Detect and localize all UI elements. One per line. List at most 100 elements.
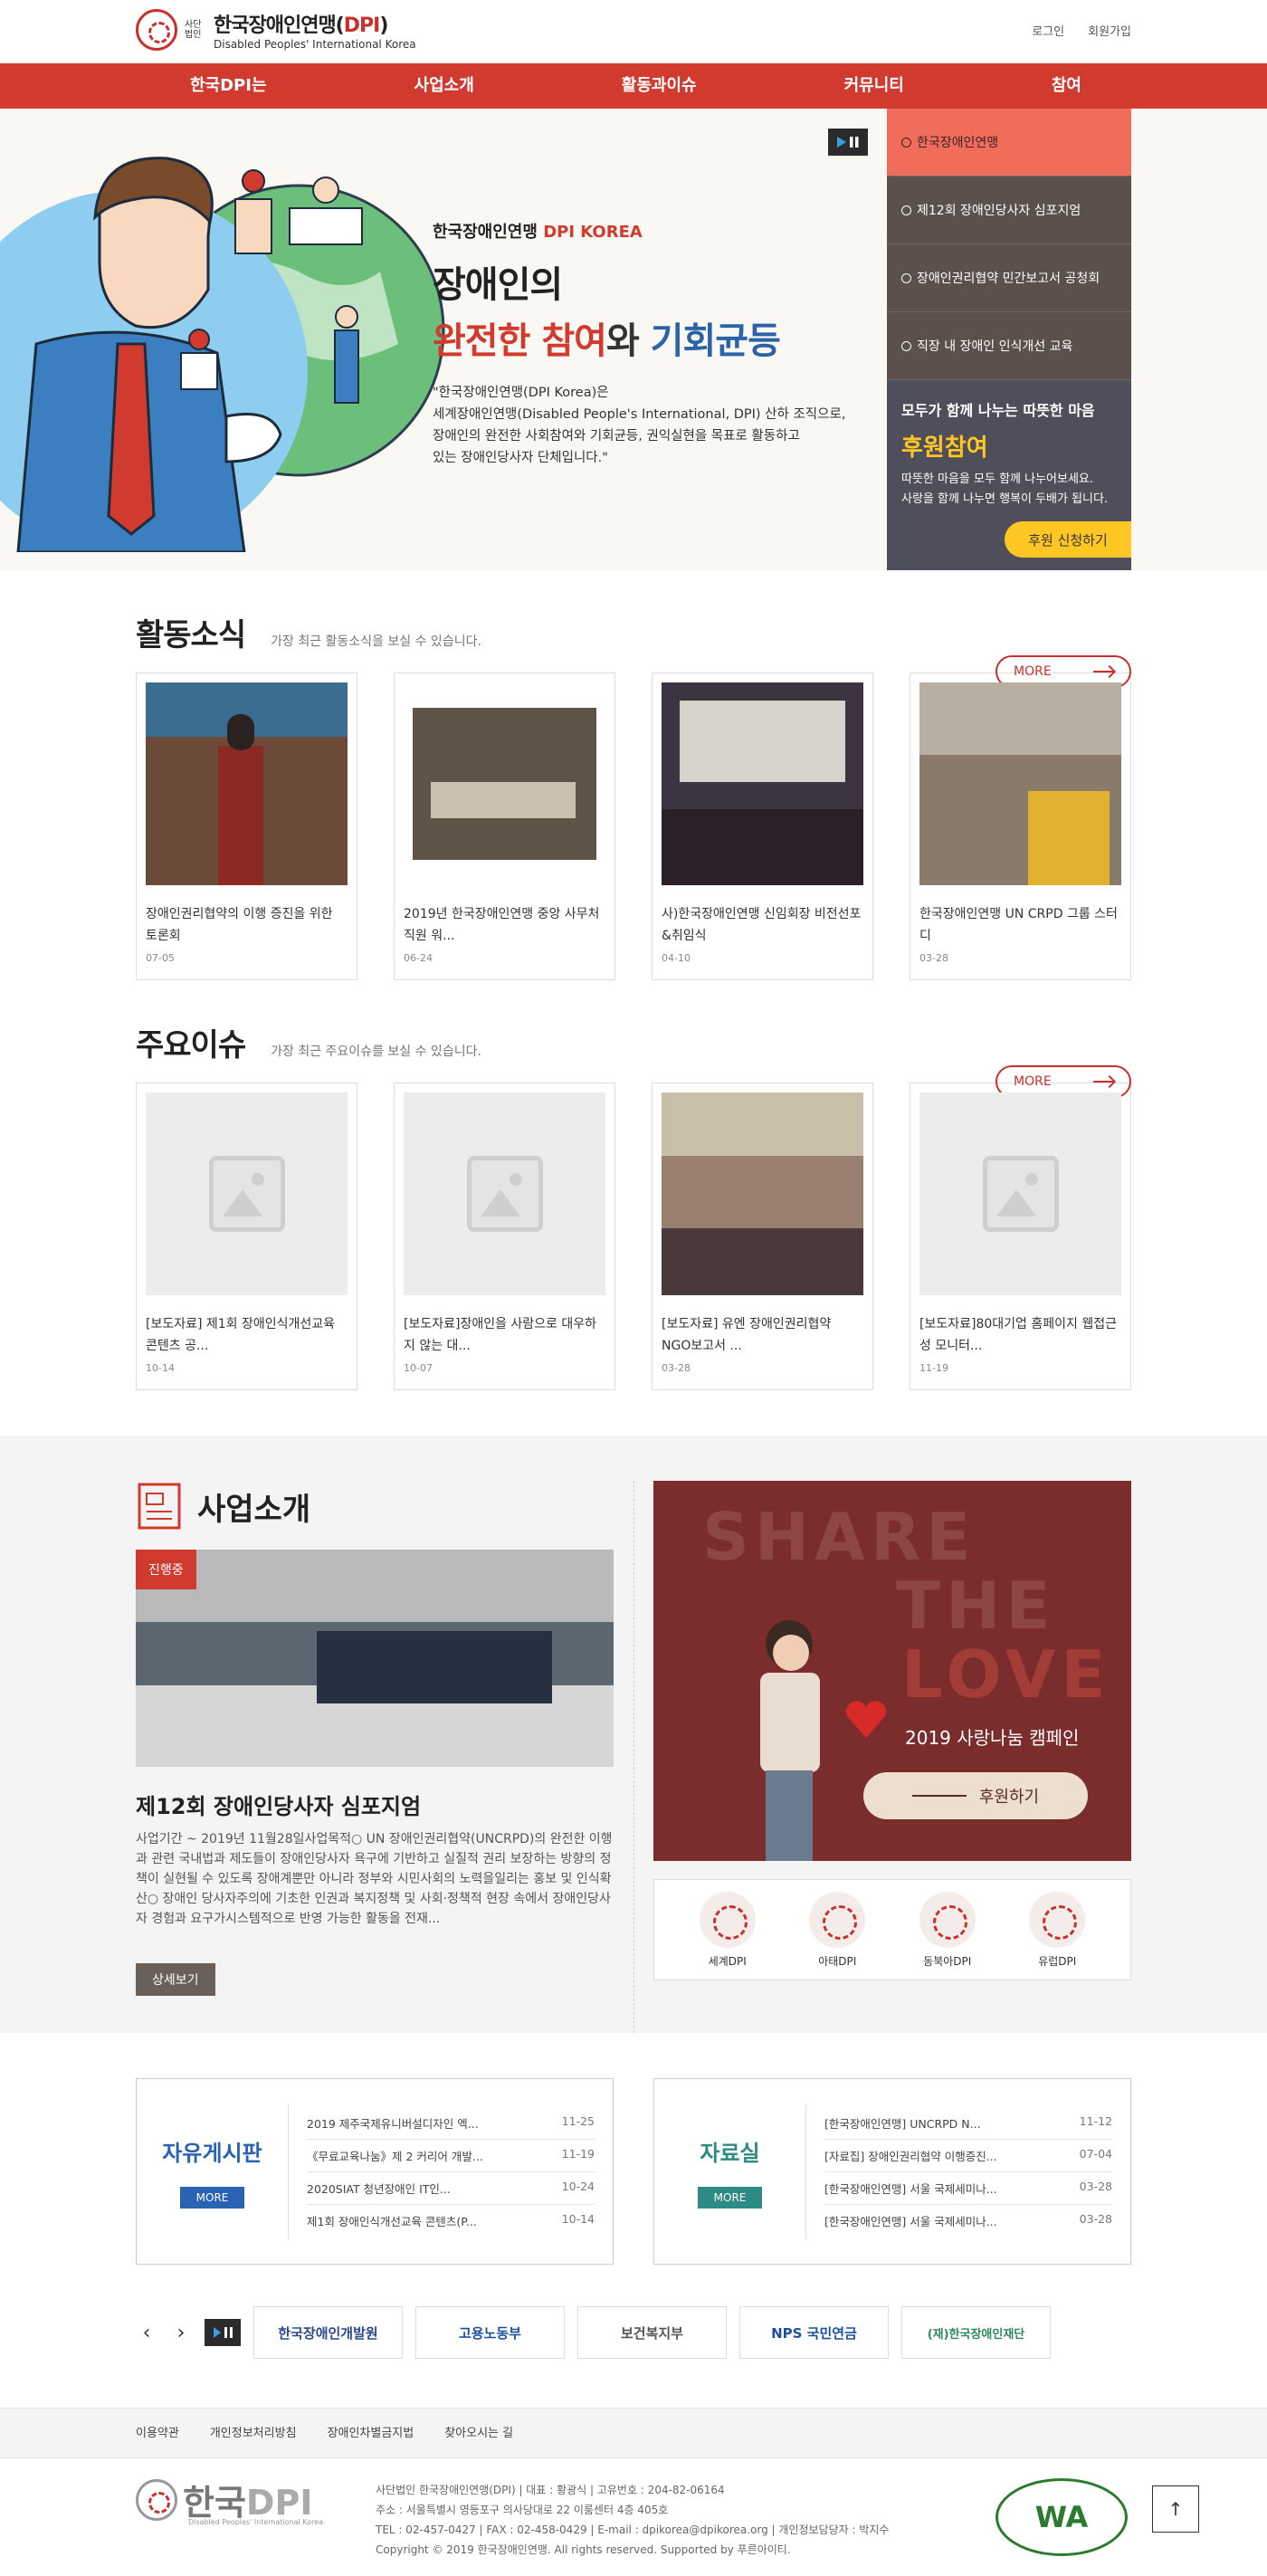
footer-logo-english: Disabled Peoples' International Korea xyxy=(188,2518,324,2526)
news-thumbnail xyxy=(662,682,863,885)
business-item-title[interactable]: 제12회 장애인당사자 심포지엄 xyxy=(136,1789,614,1820)
hero-headline-1: 장애인의 xyxy=(433,264,563,306)
dpi-emblem-icon xyxy=(1029,1891,1086,1948)
boards-section: 자유게시판 MORE 2019 제주국제유니버설디자인 엑... 11-25 《무… xyxy=(136,2078,1131,2359)
partner-logo-moel[interactable]: 고용노동부 xyxy=(415,2306,565,2359)
image-placeholder-icon xyxy=(209,1156,285,1232)
international-dpi-links: 세계DPI 아태DPI 동북아DPI 유럽DPI xyxy=(653,1879,1131,1980)
footer-links: 이용약관 개인정보처리방침 장애인차별금지법 찾아오시는 길 xyxy=(0,2408,1267,2458)
donation-apply-button[interactable]: 후원 신청하기 xyxy=(1005,521,1131,558)
business-photo[interactable]: 진행중 xyxy=(136,1550,614,1767)
partner-logo-koddi[interactable]: 한국장애인개발원 xyxy=(253,2306,403,2359)
hero-side-item[interactable]: 한국장애인연맹 xyxy=(887,109,1131,177)
intl-link-world[interactable]: 세계DPI xyxy=(699,1891,756,1969)
board-more-button[interactable]: MORE xyxy=(697,2186,763,2209)
intl-link-europe[interactable]: 유럽DPI xyxy=(1029,1891,1086,1969)
board-title[interactable]: 자료실 xyxy=(700,2135,759,2167)
scroll-to-top-button[interactable]: ↑ xyxy=(1152,2485,1199,2533)
news-card[interactable]: 사)한국장애인연맹 신임회장 비전선포&취임식 04-10 xyxy=(652,673,873,980)
intl-link-asia-pacific[interactable]: 아태DPI xyxy=(809,1891,866,1969)
logo-corp-label: 사단 법인 xyxy=(185,20,202,40)
arrow-right-icon xyxy=(1093,671,1113,673)
hero-side-item[interactable]: 장애인권리협약 민간보고서 공청회 xyxy=(887,244,1131,312)
circle-icon xyxy=(901,340,911,351)
section-title: 주요이슈 xyxy=(136,1027,246,1064)
list-item[interactable]: 《무료교육나눔》제 2 커리어 개발... 11-19 xyxy=(307,2140,595,2172)
issue-card[interactable]: [보도자료] 제1회 장애인식개선교육 콘텐츠 공... 10-14 xyxy=(136,1083,357,1390)
section-description: 가장 최근 주요이슈를 보실 수 있습니다. xyxy=(271,1045,481,1059)
list-item[interactable]: 제1회 장애인식개선교육 콘텐츠(P... 10-14 xyxy=(307,2205,595,2237)
logo-korean: 한국장애인연맹(DPI) xyxy=(214,14,388,37)
list-item[interactable]: 2020SIAT 청년장애인 IT인... 10-24 xyxy=(307,2172,595,2205)
campaign-donate-button[interactable]: 후원하기 xyxy=(863,1772,1088,1819)
partner-logo-mohw[interactable]: 보건복지부 xyxy=(577,2306,727,2359)
list-item[interactable]: [한국장애인연맹] 서울 국제세미나... 03-28 xyxy=(824,2172,1112,2205)
circle-icon xyxy=(901,205,911,215)
partner-logo-nps[interactable]: NPS 국민연금 xyxy=(739,2306,889,2359)
issue-thumbnail xyxy=(404,1092,605,1295)
campaign-banner[interactable]: SHARE THE LOVE 2019 사랑나눔 캠페인 후원하기 xyxy=(653,1481,1131,1861)
image-placeholder-icon xyxy=(983,1156,1059,1232)
web-accessibility-mark: WA xyxy=(996,2478,1128,2556)
activity-section: 활동소식 가장 최근 활동소식을 보실 수 있습니다. MORE 장애인권리협약… xyxy=(136,610,1131,980)
arrow-right-icon xyxy=(1093,1081,1113,1083)
board-title[interactable]: 자유게시판 xyxy=(162,2135,262,2167)
hero-description: "한국장애인연맹(DPI Korea)은 세계장애인연맹(Disabled Pe… xyxy=(433,386,846,465)
login-link[interactable]: 로그인 xyxy=(1032,22,1064,39)
hero-slider-controls[interactable] xyxy=(828,129,868,156)
issue-card[interactable]: [보도자료] 유엔 장애인권리협약 NGO보고서 ... 03-28 xyxy=(652,1083,873,1390)
intl-link-northeast-asia[interactable]: 동북아DPI xyxy=(919,1891,976,1969)
util-menu: 로그인 회원가입 xyxy=(1032,22,1131,39)
partner-logo-kfd[interactable]: (재)한국장애인재단 xyxy=(901,2306,1051,2359)
chevron-left-icon[interactable]: ‹ xyxy=(136,2322,157,2344)
issue-card[interactable]: [보도자료]80대기업 홈페이지 웹접근성 모니터... 11-19 xyxy=(910,1083,1131,1390)
terms-link[interactable]: 이용약관 xyxy=(136,2409,179,2459)
play-pause-icon[interactable] xyxy=(205,2319,241,2346)
hero-side-item[interactable]: 제12회 장애인당사자 심포지엄 xyxy=(887,177,1131,244)
hero-side-panel: 한국장애인연맹 제12회 장애인당사자 심포지엄 장애인권리협약 민간보고서 공… xyxy=(887,109,1131,570)
list-item[interactable]: [한국장애인연맹] 서울 국제세미나... 03-28 xyxy=(824,2205,1112,2237)
board-more-button[interactable]: MORE xyxy=(179,2186,245,2209)
chevron-right-icon[interactable]: › xyxy=(170,2322,192,2344)
partner-banners: ‹ › 한국장애인개발원 고용노동부 보건복지부 NPS 국민연금 (재)한국장… xyxy=(136,2306,1131,2359)
issues-section: 주요이슈 가장 최근 주요이슈를 보실 수 있습니다. MORE [보도자료] … xyxy=(136,1020,1131,1390)
circle-icon xyxy=(901,272,911,283)
section-description: 가장 최근 활동소식을 보실 수 있습니다. xyxy=(271,634,481,649)
issue-thumbnail xyxy=(146,1092,348,1295)
list-item[interactable]: [한국장애인연맹] UNCRPD N... 11-12 xyxy=(824,2107,1112,2140)
list-item[interactable]: 2019 제주국제유니버설디자인 엑... 11-25 xyxy=(307,2107,595,2140)
business-feature: 사업소개 진행중 제12회 장애인당사자 심포지엄 사업기간 ~ 2019년 1… xyxy=(136,1481,614,1996)
circle-icon xyxy=(901,137,911,148)
list-item[interactable]: [자료집] 장애인권리협약 이행증진... 07-04 xyxy=(824,2140,1112,2172)
news-card[interactable]: 한국장애인연맹 UN CRPD 그룹 스터디 03-28 xyxy=(910,673,1131,980)
hero-side-item[interactable]: 직장 내 장애인 인식개선 교육 xyxy=(887,312,1131,380)
play-icon[interactable] xyxy=(837,137,846,148)
nav-item-participate[interactable]: 참여 xyxy=(1052,63,1081,109)
issue-card[interactable]: [보도자료]장애인을 사람으로 대우하지 않는 대... 10-07 xyxy=(394,1083,615,1390)
donation-title: 후원참여 xyxy=(901,434,988,462)
donation-box: 모두가 함께 나누는 따뜻한 마음 후원참여 따뜻한 마음을 모두 함께 나누어… xyxy=(887,380,1131,570)
hero-banner: 한국장애인연맹 DPI KOREA 장애인의 완전한 참여와 기회균등 "한국장… xyxy=(0,109,1267,570)
site-footer: 한국DPI Disabled Peoples' International Ko… xyxy=(136,2458,1199,2569)
hero-copy: 한국장애인연맹 DPI KOREA 장애인의 완전한 참여와 기회균등 "한국장… xyxy=(433,219,867,469)
main-nav: 한국DPI는 사업소개 활동과이슈 커뮤니티 참여 xyxy=(0,63,1267,109)
issue-thumbnail xyxy=(662,1092,863,1295)
news-thumbnail xyxy=(404,682,605,885)
logo-english: Disabled Peoples' International Korea xyxy=(214,38,416,51)
detail-view-button[interactable]: 상세보기 xyxy=(136,1963,215,1996)
nav-item-activity[interactable]: 활동과이슈 xyxy=(622,63,697,109)
news-card[interactable]: 2019년 한국장애인연맹 중앙 사무처 직원 워... 06-24 xyxy=(394,673,615,980)
signup-link[interactable]: 회원가입 xyxy=(1088,22,1131,39)
pause-icon[interactable] xyxy=(850,137,859,148)
nav-item-business[interactable]: 사업소개 xyxy=(414,63,474,109)
antidiscrimination-link[interactable]: 장애인차별금지법 xyxy=(328,2409,414,2459)
site-logo[interactable]: 사단 법인 한국장애인연맹(DPI) Disabled Peoples' Int… xyxy=(136,9,416,51)
news-card[interactable]: 장애인권리협약의 이행 증진을 위한 토론회 07-05 xyxy=(136,673,357,980)
hero-headline-2: 완전한 참여와 기회균등 xyxy=(433,320,781,362)
nav-item-community[interactable]: 커뮤니티 xyxy=(844,63,904,109)
privacy-link[interactable]: 개인정보처리방침 xyxy=(210,2409,297,2459)
nav-item-about[interactable]: 한국DPI는 xyxy=(190,63,267,109)
directions-link[interactable]: 찾아오시는 길 xyxy=(444,2409,513,2459)
site-header: 사단 법인 한국장애인연맹(DPI) Disabled Peoples' Int… xyxy=(136,0,1131,63)
image-placeholder-icon xyxy=(467,1156,543,1232)
